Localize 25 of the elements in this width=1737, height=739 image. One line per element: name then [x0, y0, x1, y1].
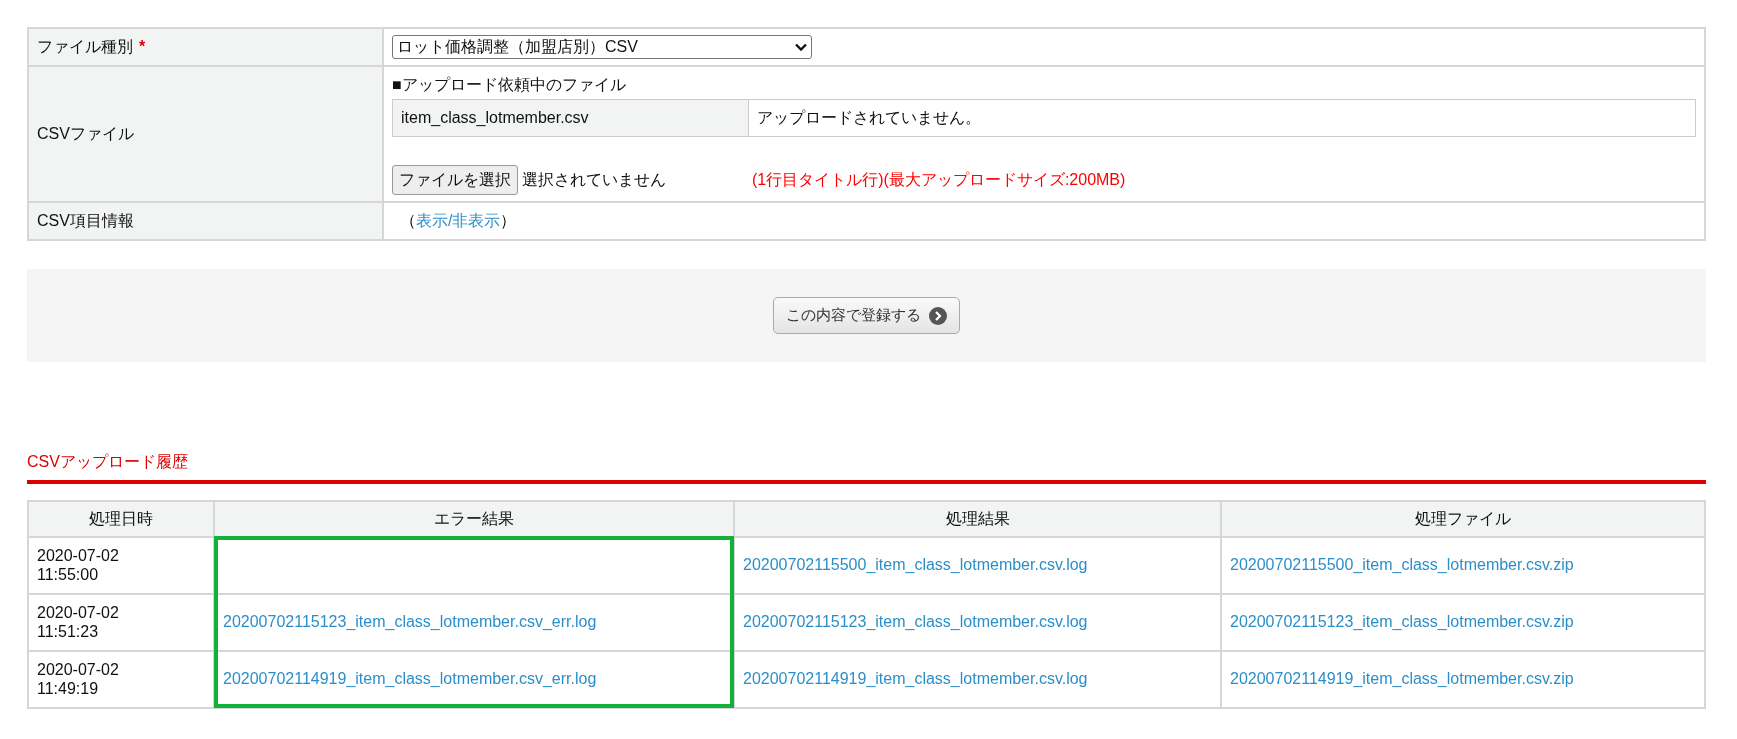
table-cell: アップロードされていません。	[748, 99, 1696, 137]
field-label: ファイル種別	[37, 38, 133, 55]
date-time-cell: 2020-07-02 11:55:00	[28, 537, 214, 594]
date-time-cell: 2020-07-02 11:49:19	[28, 651, 214, 708]
column-header: エラー結果	[214, 501, 734, 537]
required-mark: *	[139, 38, 146, 55]
section-title: CSVアップロード履歴	[27, 450, 1706, 484]
paren-text: ）	[500, 212, 517, 229]
file-status-text: 選択されていません	[522, 170, 666, 190]
date-time-cell: 2020-07-02 11:51:23	[28, 594, 214, 651]
choose-file-button[interactable]: ファイルを選択	[392, 165, 518, 195]
column-header: 処理日時	[28, 501, 214, 537]
column-header: 処理結果	[734, 501, 1221, 537]
toggle-link[interactable]: 表示/非表示	[416, 212, 501, 229]
file-type-select[interactable]: ロット価格調整（加盟店別）CSV	[392, 35, 812, 59]
submit-button[interactable]: この内容で登録する	[773, 297, 960, 334]
table-cell: item_class_lotmember.csv	[392, 99, 749, 137]
field-label: CSV項目情報	[37, 212, 134, 229]
column-header: 処理ファイル	[1221, 501, 1705, 537]
arrow-right-circle-icon	[929, 306, 947, 325]
field-label: CSVファイル	[37, 125, 134, 142]
pending-files-heading: ■アップロード依頼中のファイル	[392, 75, 627, 95]
paren-text: （	[400, 212, 416, 229]
chevron-down-icon	[795, 43, 807, 51]
upload-note: (1行目タイトル行)(最大アップロードサイズ:200MB)	[752, 170, 1126, 190]
